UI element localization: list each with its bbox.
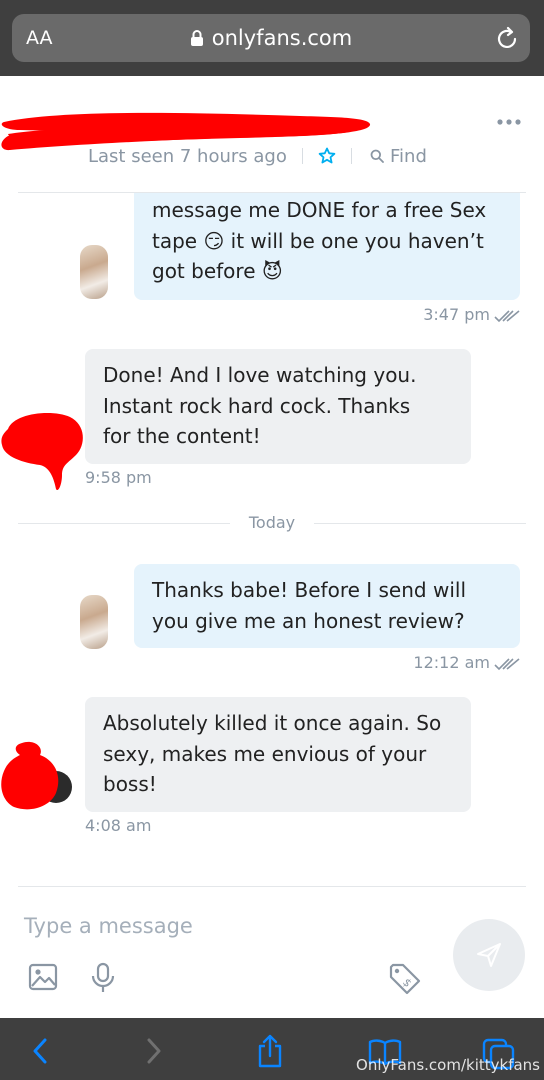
message-line: Absolutely killed it once again. So: [103, 711, 442, 735]
browser-top-bar: AA onlyfans.com: [0, 0, 544, 76]
last-seen-status: Last seen 7 hours ago: [88, 146, 287, 167]
chat-header: Last seen 7 hours ago Find: [0, 76, 544, 192]
read-checkmarks-icon: [494, 310, 520, 323]
message-line: message me DONE for a free Sex: [152, 198, 487, 222]
message-line: you give me an honest review?: [152, 608, 465, 633]
header-divider: [302, 148, 303, 164]
redacted-avatar: [1, 413, 83, 491]
message-bubble-outgoing[interactable]: message me DONE for a free Sex tape 😏 it…: [134, 193, 520, 300]
message-meta: 12:12 am: [413, 653, 520, 672]
message-line: tape 😏 it will be one you haven’t: [152, 228, 484, 253]
message-meta: 9:58 pm: [85, 468, 152, 487]
message-meta: 4:08 am: [85, 816, 151, 835]
message-meta: 3:47 pm: [423, 305, 520, 324]
message-time: 4:08 am: [85, 816, 152, 835]
sender-avatar[interactable]: [80, 595, 108, 649]
message-line: Done! And I love watching you.: [103, 363, 417, 387]
header-divider: [351, 148, 352, 164]
composer-divider: [18, 886, 526, 887]
price-tag-icon[interactable]: $: [388, 962, 422, 996]
more-dots-icon[interactable]: [496, 118, 522, 126]
message-thread[interactable]: message me DONE for a free Sex tape 😏 it…: [0, 193, 544, 885]
read-checkmarks-icon: [494, 658, 520, 671]
image-icon[interactable]: [28, 962, 58, 992]
send-icon: [477, 943, 501, 967]
day-divider: Today: [18, 513, 526, 532]
back-icon[interactable]: [32, 1038, 48, 1064]
message-line: for the content!: [103, 424, 261, 448]
find-button[interactable]: Find: [370, 146, 427, 167]
message-line: Thanks babe! Before I send will: [152, 578, 466, 602]
redacted-avatar: [1, 741, 72, 810]
message-bubble-incoming[interactable]: Absolutely killed it once again. So sexy…: [85, 697, 471, 812]
reload-icon[interactable]: [496, 25, 520, 51]
sender-avatar[interactable]: [80, 245, 108, 299]
message-time: 12:12 am: [413, 653, 490, 672]
watermark-text: OnlyFans.com/kittykfans: [356, 1056, 540, 1074]
message-input[interactable]: Type a message: [24, 914, 193, 938]
message-time: 9:58 pm: [85, 468, 152, 487]
star-icon[interactable]: [318, 147, 336, 165]
message-line: got before 😈: [152, 259, 283, 283]
lock-icon: [190, 30, 203, 46]
message-line: sexy, makes me envious of your: [103, 741, 427, 766]
browser-bottom-bar: OnlyFans.com/kittykfans: [0, 1018, 544, 1080]
message-time: 3:47 pm: [423, 305, 490, 324]
microphone-icon[interactable]: [90, 962, 116, 994]
message-bubble-incoming[interactable]: Done! And I love watching you. Instant r…: [85, 349, 471, 464]
address-bar[interactable]: AA onlyfans.com: [12, 14, 530, 62]
url-text: onlyfans.com: [211, 26, 353, 50]
send-button[interactable]: [453, 919, 525, 991]
message-line: boss!: [103, 772, 157, 796]
message-bubble-outgoing[interactable]: Thanks babe! Before I send will you give…: [134, 564, 520, 648]
share-icon[interactable]: [256, 1034, 284, 1068]
search-icon: [370, 149, 384, 163]
message-line: Instant rock hard cock. Thanks: [103, 393, 411, 418]
find-label: Find: [390, 146, 427, 167]
forward-icon[interactable]: [146, 1038, 162, 1064]
